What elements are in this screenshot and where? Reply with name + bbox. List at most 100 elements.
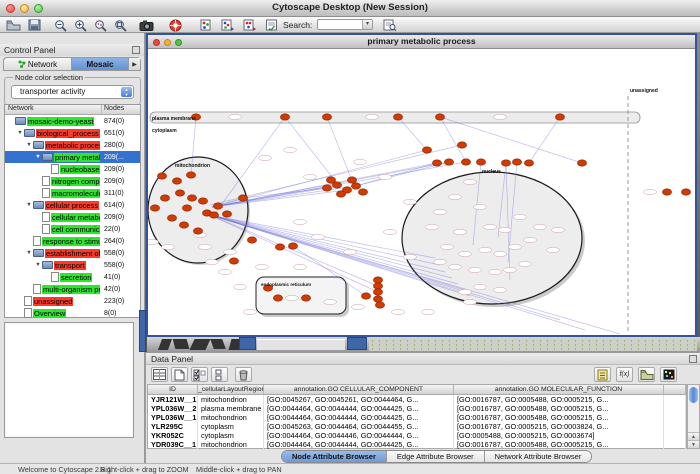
search-options-icon[interactable]: [383, 18, 397, 32]
network-node[interactable]: [662, 189, 671, 195]
select-attributes-icon[interactable]: [151, 367, 168, 382]
zoom-fit-icon[interactable]: [114, 18, 127, 32]
twisty-icon[interactable]: ▼: [25, 199, 33, 211]
save-icon[interactable]: [28, 18, 41, 32]
network-node[interactable]: [273, 295, 282, 301]
tree-row[interactable]: ▼establishment of lo558(0): [5, 247, 140, 259]
network-view-window[interactable]: primary metabolic process plasma membran…: [146, 33, 697, 337]
network-node[interactable]: [555, 114, 564, 120]
tab-node-attribute-browser[interactable]: Node Attribute Browser: [282, 451, 387, 462]
tree-col-nodes[interactable]: Nodes: [102, 105, 140, 114]
twisty-icon[interactable]: ▼: [25, 247, 33, 259]
annotation-icon[interactable]: [265, 18, 278, 32]
network-window-titlebar[interactable]: primary metabolic process: [148, 35, 695, 49]
col-header-cellular-component[interactable]: annotation.GO CELLULAR_COMPONENT: [264, 385, 454, 394]
create-attribute-icon[interactable]: [171, 367, 188, 382]
network-node[interactable]: [512, 159, 521, 165]
network-node[interactable]: [373, 277, 382, 283]
network-node[interactable]: [476, 159, 485, 165]
table-row[interactable]: YPL036W__2plasma membrane[GO:0044464, GO…: [148, 404, 686, 413]
tree-row[interactable]: nitrogen compo209(0): [5, 175, 140, 187]
twisty-icon[interactable]: ▼: [25, 139, 33, 151]
more-tabs-button[interactable]: ▶: [128, 58, 140, 70]
import-attributes-icon[interactable]: [243, 18, 257, 32]
network-node[interactable]: [524, 160, 533, 166]
network-node[interactable]: [222, 211, 231, 217]
search-dropdown-arrow-icon[interactable]: ▾: [362, 20, 372, 29]
network-node[interactable]: [229, 258, 238, 264]
table-row[interactable]: YLR295Ccytoplasm[GO:0045263, GO:0044464,…: [148, 422, 686, 431]
network-node[interactable]: [186, 172, 195, 178]
network-node[interactable]: [373, 289, 382, 295]
minimize-button[interactable]: [20, 4, 29, 13]
scroll-down-icon[interactable]: ▼: [688, 440, 699, 448]
network-node[interactable]: [432, 160, 441, 166]
help-lifering-icon[interactable]: [169, 18, 182, 32]
attribute-matrix-icon[interactable]: [660, 367, 677, 382]
network-node[interactable]: [187, 195, 196, 201]
float-panel-icon[interactable]: [132, 46, 140, 54]
network-node[interactable]: [322, 185, 331, 191]
search-input[interactable]: ▾: [317, 19, 373, 30]
tree-row[interactable]: cellular metabol209(0): [5, 211, 140, 223]
twisty-icon[interactable]: ▼: [34, 259, 42, 271]
tree-row[interactable]: Overview8(0): [5, 307, 140, 319]
network-canvas[interactable]: plasma membrane cytoplasm mitochondrion …: [148, 49, 695, 334]
snapshot-camera-icon[interactable]: [139, 18, 154, 32]
network-node[interactable]: [373, 296, 382, 302]
unselect-all-attributes-icon[interactable]: [211, 367, 228, 382]
float-panel-icon[interactable]: [689, 355, 697, 363]
network-node[interactable]: [373, 283, 382, 289]
network-node[interactable]: [322, 114, 331, 120]
tree-row[interactable]: response to stimulu264(0): [5, 235, 140, 247]
table-row[interactable]: YPL036W__1mitochondrion[GO:0044464, GO:0…: [148, 413, 686, 422]
table-scrollbar[interactable]: ▲ ▼: [687, 384, 700, 449]
birds-eye-view[interactable]: [4, 322, 134, 438]
import-attribute-file-icon[interactable]: [638, 367, 655, 382]
network-node[interactable]: [193, 228, 202, 234]
tab-network[interactable]: Network: [4, 58, 72, 70]
zoom-selected-icon[interactable]: [94, 18, 107, 32]
node-color-dropdown[interactable]: transporter activity ▲▼: [11, 85, 134, 99]
network-node[interactable]: [213, 203, 222, 209]
network-node[interactable]: [280, 114, 289, 120]
network-node[interactable]: [336, 191, 345, 197]
network-node[interactable]: [175, 190, 184, 196]
tree-row[interactable]: nucleobase-209(0): [5, 163, 140, 175]
network-node[interactable]: [393, 114, 402, 120]
tree-row[interactable]: secretion41(0): [5, 271, 140, 283]
net-maximize-button[interactable]: [175, 39, 182, 46]
tree-row[interactable]: mosaic-demo-yeast874(0): [5, 115, 140, 127]
network-node[interactable]: [157, 173, 166, 179]
network-node[interactable]: [288, 243, 297, 249]
network-node[interactable]: [422, 147, 431, 153]
close-button[interactable]: [6, 4, 15, 13]
network-node[interactable]: [179, 222, 188, 228]
network-canvas-area[interactable]: plasma membrane cytoplasm mitochondrion …: [148, 49, 695, 334]
table-row[interactable]: YJR121W__1mitochondrion[GO:0045267, GO:0…: [148, 395, 686, 404]
network-node[interactable]: [150, 205, 159, 211]
tree-row[interactable]: multi-organism pro42(0): [5, 283, 140, 295]
net-minimize-button[interactable]: [164, 39, 171, 46]
network-node[interactable]: [172, 178, 181, 184]
delete-attribute-icon[interactable]: [235, 367, 252, 382]
scroll-up-icon[interactable]: ▲: [688, 432, 699, 440]
maximize-button[interactable]: [34, 4, 43, 13]
scrollbar-thumb[interactable]: [689, 387, 698, 403]
twisty-icon[interactable]: ▼: [34, 151, 42, 163]
net-close-button[interactable]: [153, 39, 160, 46]
network-node[interactable]: [275, 244, 284, 250]
col-header-id[interactable]: ID: [148, 385, 198, 394]
twisty-icon[interactable]: ▼: [16, 127, 24, 139]
network-node[interactable]: [681, 189, 690, 195]
network-node[interactable]: [182, 205, 191, 211]
network-node[interactable]: [444, 159, 453, 165]
tab-edge-attribute-browser[interactable]: Edge Attribute Browser: [387, 451, 485, 462]
network-node[interactable]: [198, 198, 207, 204]
tree-row[interactable]: cell communicat22(0): [5, 223, 140, 235]
zoom-in-icon[interactable]: [74, 18, 87, 32]
tab-mosaic[interactable]: Mosaic: [72, 58, 128, 70]
attribute-list-icon[interactable]: [594, 367, 611, 382]
col-header-region[interactable]: _cellularLayoutRegion: [198, 385, 264, 394]
function-builder-icon[interactable]: f(x): [616, 367, 633, 382]
